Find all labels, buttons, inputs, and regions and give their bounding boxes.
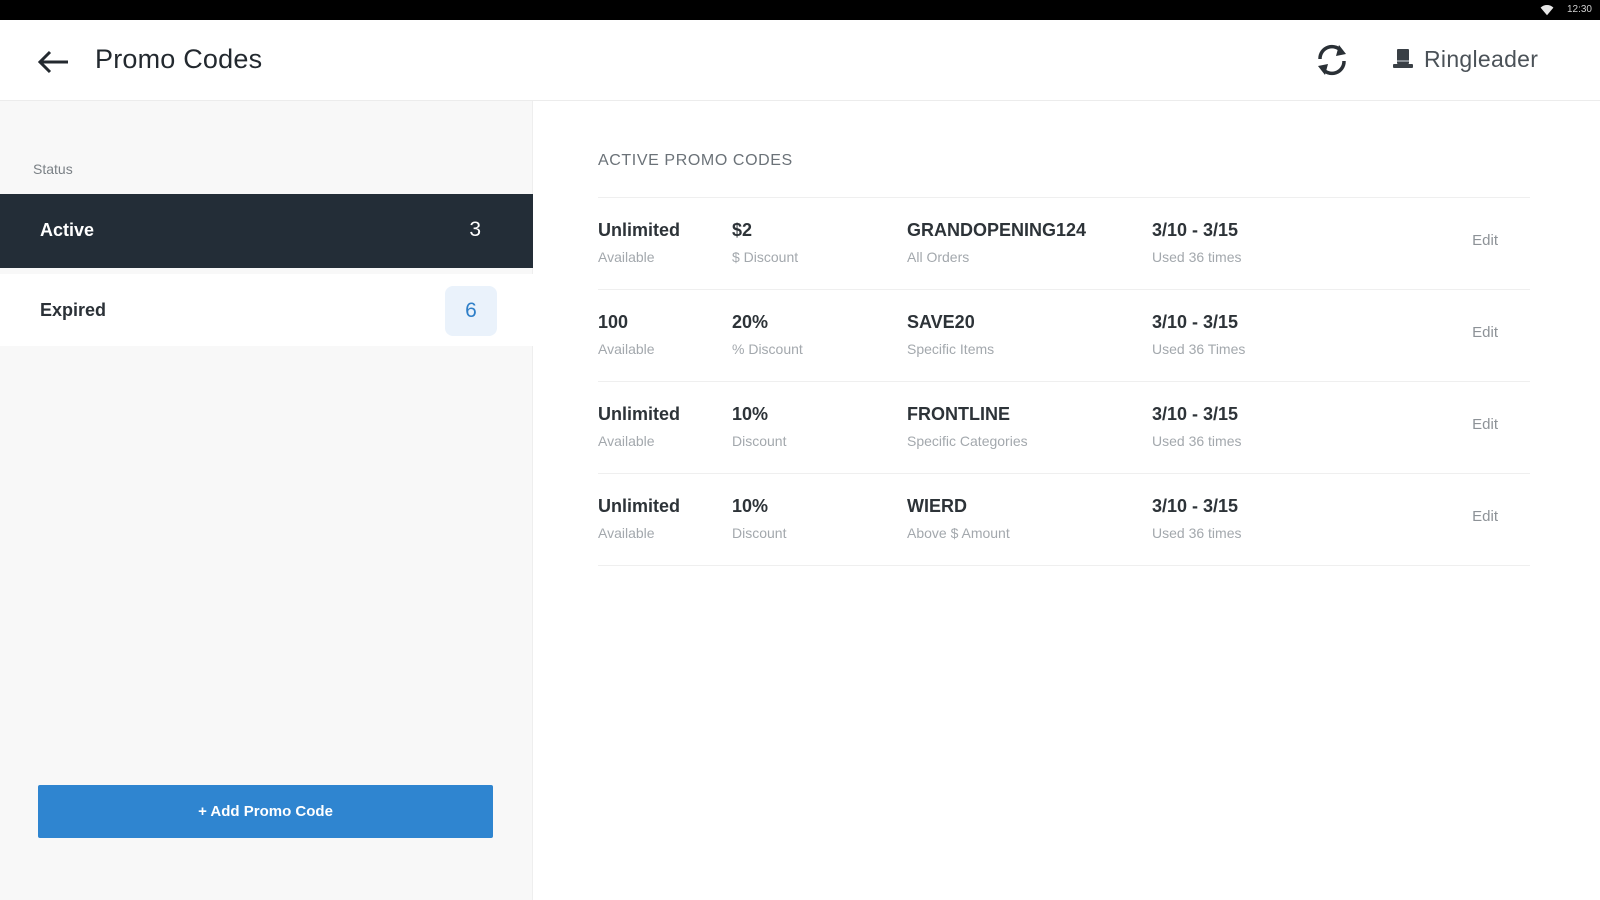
date-range: 3/10 - 3/15 xyxy=(1152,404,1239,424)
add-promo-code-button[interactable]: + Add Promo Code xyxy=(38,785,493,838)
quantity-cell: Unlimited Available xyxy=(598,220,680,265)
filter-count: 3 xyxy=(469,218,481,241)
discount-cell: 10% Discount xyxy=(732,404,786,449)
discount-value: 20% xyxy=(732,312,769,332)
date-range: 3/10 - 3/15 xyxy=(1152,312,1239,332)
usage-count: Used 36 Times xyxy=(1152,341,1246,357)
discount-value: 10% xyxy=(732,404,769,424)
edit-link[interactable]: Edit xyxy=(1472,508,1498,525)
date-cell: 3/10 - 3/15 Used 36 times xyxy=(1152,404,1241,449)
table-row: Unlimited Available 10% Discount WIERD A… xyxy=(598,474,1530,566)
quantity-caption: Available xyxy=(598,249,655,265)
quantity-value: 100 xyxy=(598,312,629,332)
filter-label: Expired xyxy=(40,300,107,320)
quantity-cell: 100 Available xyxy=(598,312,655,357)
discount-caption: Discount xyxy=(732,525,787,541)
discount-cell: 10% Discount xyxy=(732,496,786,541)
discount-caption: $ Discount xyxy=(732,249,799,265)
refresh-button[interactable] xyxy=(1312,40,1352,80)
app-bar: Promo Codes Ringleader xyxy=(0,20,1600,101)
brand-name: Ringleader xyxy=(1424,45,1539,72)
date-cell: 3/10 - 3/15 Used 36 times xyxy=(1152,496,1241,541)
table-row: 100 Available 20% % Discount SAVE20 Spec… xyxy=(598,290,1530,382)
filter-count-badge: 6 xyxy=(445,286,497,336)
quantity-value: Unlimited xyxy=(598,220,681,240)
discount-caption: % Discount xyxy=(732,341,803,357)
promo-code: GRANDOPENING124 xyxy=(907,220,1087,240)
promo-code: WIERD xyxy=(907,496,967,516)
filter-expired[interactable]: Expired 6 xyxy=(0,274,533,346)
edit-link[interactable]: Edit xyxy=(1472,416,1498,433)
promo-code: FRONTLINE xyxy=(907,404,1010,424)
quantity-cell: Unlimited Available xyxy=(598,404,680,449)
usage-count: Used 36 times xyxy=(1152,433,1242,449)
top-hat-icon xyxy=(1393,49,1413,68)
discount-cell: 20% % Discount xyxy=(732,312,803,357)
promo-code-table: Unlimited Available $2 $ Discount GRANDO… xyxy=(598,197,1530,566)
quantity-value: Unlimited xyxy=(598,496,681,516)
status-sidebar: Status Active 3 Expired 6 + Add Promo Co… xyxy=(0,101,533,900)
quantity-cell: Unlimited Available xyxy=(598,496,680,541)
code-cell: GRANDOPENING124 All Orders xyxy=(907,220,1086,265)
status-label: Status xyxy=(33,161,73,177)
date-cell: 3/10 - 3/15 Used 36 times xyxy=(1152,220,1241,265)
page-title: Promo Codes xyxy=(95,44,263,74)
brand-account[interactable]: Ringleader xyxy=(1392,44,1538,74)
date-cell: 3/10 - 3/15 Used 36 Times xyxy=(1152,312,1245,357)
discount-caption: Discount xyxy=(732,433,787,449)
usage-count: Used 36 times xyxy=(1152,525,1242,541)
filter-label: Active xyxy=(40,220,95,240)
promo-code: SAVE20 xyxy=(907,312,975,332)
quantity-value: Unlimited xyxy=(598,404,681,424)
code-scope: Specific Items xyxy=(907,341,995,357)
section-title: ACTIVE PROMO CODES xyxy=(598,152,793,169)
code-cell: SAVE20 Specific Items xyxy=(907,312,994,357)
discount-cell: $2 $ Discount xyxy=(732,220,798,265)
code-scope: Above $ Amount xyxy=(907,525,1010,541)
quantity-caption: Available xyxy=(598,525,655,541)
arrow-left-icon xyxy=(37,50,68,74)
date-range: 3/10 - 3/15 xyxy=(1152,496,1239,516)
table-row: Unlimited Available 10% Discount FRONTLI… xyxy=(598,382,1530,474)
table-row: Unlimited Available $2 $ Discount GRANDO… xyxy=(598,198,1530,290)
back-button[interactable] xyxy=(34,42,74,82)
discount-value: $2 xyxy=(732,220,753,240)
code-scope: All Orders xyxy=(907,249,970,265)
date-range: 3/10 - 3/15 xyxy=(1152,220,1239,240)
promo-codes-panel: ACTIVE PROMO CODES Unlimited Available $… xyxy=(534,101,1600,900)
discount-value: 10% xyxy=(732,496,769,516)
refresh-icon xyxy=(1318,44,1346,76)
filter-active[interactable]: Active 3 xyxy=(0,194,533,268)
code-cell: WIERD Above $ Amount xyxy=(907,496,1010,541)
edit-link[interactable]: Edit xyxy=(1472,324,1498,341)
wifi-icon xyxy=(1540,5,1554,16)
quantity-caption: Available xyxy=(598,341,655,357)
code-cell: FRONTLINE Specific Categories xyxy=(907,404,1028,449)
usage-count: Used 36 times xyxy=(1152,249,1242,265)
edit-link[interactable]: Edit xyxy=(1472,232,1498,249)
status-bar: 12:30 xyxy=(0,0,1600,20)
status-clock: 12:30 xyxy=(1566,4,1592,15)
code-scope: Specific Categories xyxy=(907,433,1028,449)
quantity-caption: Available xyxy=(598,433,655,449)
